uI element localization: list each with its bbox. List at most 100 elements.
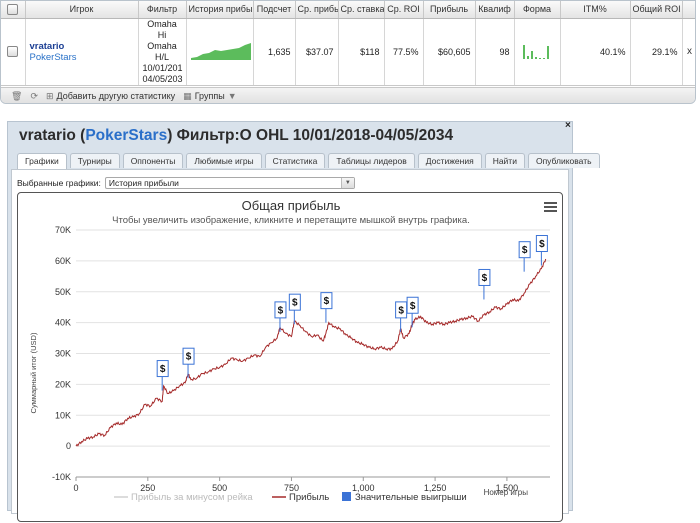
avg-stake-cell: $118 bbox=[338, 18, 385, 86]
player-site-link[interactable]: PokerStars bbox=[30, 52, 134, 63]
big-win-flag[interactable]: $ bbox=[156, 360, 169, 391]
legend: Прибыль за минусом рейка Прибыль Значите… bbox=[114, 492, 467, 503]
y-tick-label: 0 bbox=[66, 441, 71, 451]
refresh-icon[interactable]: ⟳ bbox=[30, 91, 38, 102]
big-win-flag[interactable]: $ bbox=[182, 347, 195, 379]
tab-favorite-games[interactable]: Любимые игры bbox=[186, 153, 262, 168]
row-checkbox[interactable] bbox=[1, 18, 26, 86]
chart-select-label: Выбранные графики: bbox=[17, 178, 101, 188]
trash-icon[interactable]: 🗑 bbox=[11, 91, 22, 102]
form-bars bbox=[514, 18, 561, 86]
big-win-flag[interactable]: $ bbox=[478, 268, 491, 300]
y-axis-label: Суммарный итог (USD) bbox=[29, 332, 38, 413]
stats-toolbar: 🗑 ⟳ ⊞ Добавить другую статистику ▦ Групп… bbox=[1, 87, 695, 103]
close-dialog-button[interactable]: × bbox=[565, 120, 571, 131]
tab-statistics[interactable]: Статистика bbox=[264, 153, 326, 168]
big-win-label: $ bbox=[539, 239, 545, 250]
charts-panel: Выбранные графики: История прибыли ▼ Общ… bbox=[11, 169, 569, 522]
select-all-checkbox[interactable] bbox=[1, 1, 26, 19]
tab-achievements[interactable]: Достижения bbox=[417, 153, 482, 168]
y-tick-label: 50K bbox=[55, 287, 71, 297]
tab-charts[interactable]: Графики bbox=[17, 153, 67, 169]
filter-line: Omaha bbox=[147, 18, 177, 29]
filter-line: H/L bbox=[154, 51, 169, 62]
x-tick-label: 0 bbox=[73, 483, 78, 493]
title-player: vratario bbox=[19, 127, 76, 144]
remove-row-button[interactable]: x bbox=[682, 18, 695, 86]
big-win-label: $ bbox=[482, 273, 488, 284]
legend-profit[interactable]: Прибыль bbox=[289, 492, 329, 503]
big-win-flag[interactable]: $ bbox=[518, 241, 531, 272]
col-header-filter[interactable]: Фильтр bbox=[138, 1, 187, 19]
col-header-remove bbox=[682, 1, 695, 19]
stats-panel: Игрок Фильтр История прибы Подсчет Ср. п… bbox=[0, 0, 696, 104]
y-tick-label: 30K bbox=[55, 349, 71, 359]
tab-search[interactable]: Найти bbox=[484, 153, 525, 168]
player-dialog: vratario (PokerStars) Фильтр:О OHL 10/01… bbox=[7, 121, 600, 522]
filter-line: Hi bbox=[157, 29, 167, 40]
col-header-profit-history[interactable]: История прибы bbox=[186, 1, 254, 19]
legend-rake[interactable]: Прибыль за минусом рейка bbox=[131, 492, 253, 503]
chevron-down-icon: ▼ bbox=[227, 91, 237, 101]
col-header-itm[interactable]: ITM% bbox=[560, 1, 631, 19]
menu-icon[interactable] bbox=[544, 202, 557, 212]
dialog-tabs: Графики Турниры Оппоненты Любимые игры С… bbox=[17, 153, 600, 169]
big-win-label: $ bbox=[522, 245, 528, 256]
title-filter: Фильтр:О OHL 10/01/2018-04/05/2034 bbox=[176, 127, 454, 144]
y-tick-label: -10K bbox=[52, 472, 71, 482]
col-header-player[interactable]: Игрок bbox=[25, 1, 139, 19]
filter-cell: Omaha Hi Omaha H/L 10/01/201 04/05/203 bbox=[138, 18, 187, 86]
y-tick-label: 70K bbox=[55, 225, 71, 235]
stats-header-row: Игрок Фильтр История прибы Подсчет Ср. п… bbox=[1, 1, 695, 19]
big-win-flag[interactable]: $ bbox=[288, 293, 301, 325]
player-name-link[interactable]: vratario bbox=[30, 41, 134, 52]
col-header-profit[interactable]: Прибыль bbox=[423, 1, 476, 19]
chart-title: Общая прибыль bbox=[242, 198, 341, 213]
legend-bigwin[interactable]: Значительные выигрыши bbox=[355, 492, 467, 503]
table-row: vratario PokerStars Omaha Hi Omaha H/L 1… bbox=[1, 18, 695, 86]
tab-tournaments[interactable]: Турниры bbox=[69, 153, 120, 168]
col-header-count[interactable]: Подсчет bbox=[253, 1, 296, 19]
add-stat-icon: ⊞ bbox=[45, 90, 54, 101]
big-win-label: $ bbox=[160, 364, 166, 375]
avg-profit-cell: $37.07 bbox=[295, 18, 339, 86]
chart-select-dropdown[interactable]: История прибыли ▼ bbox=[104, 177, 355, 189]
player-cell: vratario PokerStars bbox=[25, 18, 139, 86]
col-header-avg-profit[interactable]: Ср. прибь bbox=[295, 1, 339, 19]
col-header-qualifier[interactable]: Квалиф bbox=[475, 1, 515, 19]
big-win-flag[interactable]: $ bbox=[274, 301, 287, 332]
title-site-link[interactable]: PokerStars bbox=[85, 127, 167, 144]
profit-cell: $60,605 bbox=[423, 18, 476, 86]
col-header-form[interactable]: Форма bbox=[514, 1, 561, 19]
tab-leaderboards[interactable]: Таблицы лидеров bbox=[328, 153, 415, 168]
filter-line: 10/01/201 bbox=[142, 62, 183, 73]
add-stat-label: Добавить другую статистику bbox=[56, 91, 176, 101]
big-win-label: $ bbox=[410, 301, 416, 312]
big-win-flag[interactable]: $ bbox=[395, 301, 408, 332]
y-tick-label: 10K bbox=[55, 410, 71, 420]
tab-publish[interactable]: Опубликовать bbox=[527, 153, 600, 168]
dialog-title: vratario (PokerStars) Фильтр:О OHL 10/01… bbox=[19, 127, 454, 144]
filter-line: 04/05/203 bbox=[142, 73, 183, 84]
col-header-avg-roi[interactable]: Ср. ROI bbox=[384, 1, 424, 19]
col-header-total-roi[interactable]: Общий ROI bbox=[630, 1, 683, 19]
col-header-avg-stake[interactable]: Ср. ставка bbox=[338, 1, 385, 19]
big-win-label: $ bbox=[398, 305, 404, 316]
big-win-label: $ bbox=[278, 305, 284, 316]
itm-cell: 40.1% bbox=[560, 18, 631, 86]
groups-dropdown[interactable]: ▦ Группы ▼ bbox=[183, 91, 236, 102]
x-axis-label: Номер игры bbox=[484, 488, 529, 497]
y-tick-label: 20K bbox=[55, 379, 71, 389]
chart-container[interactable]: Общая прибыль Чтобы увеличить изображени… bbox=[17, 192, 563, 522]
profit-chart[interactable]: Общая прибыль Чтобы увеличить изображени… bbox=[18, 193, 564, 523]
profit-history-sparkline[interactable] bbox=[186, 18, 254, 86]
avg-roi-cell: 77.5% bbox=[384, 18, 424, 86]
big-win-label: $ bbox=[324, 296, 330, 307]
chart-select-row: Выбранные графики: История прибыли ▼ bbox=[17, 177, 355, 189]
tab-opponents[interactable]: Оппоненты bbox=[122, 153, 184, 168]
big-win-flag[interactable]: $ bbox=[320, 292, 333, 323]
groups-label: Группы bbox=[194, 91, 225, 101]
add-stat-button[interactable]: ⊞ Добавить другую статистику bbox=[46, 91, 175, 102]
count-cell: 1,635 bbox=[253, 18, 296, 86]
filter-line: Omaha bbox=[147, 40, 177, 51]
